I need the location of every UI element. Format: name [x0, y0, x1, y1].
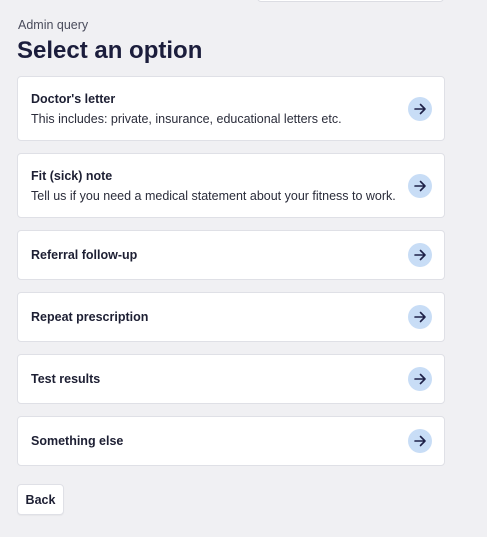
arrow-right-icon: [408, 367, 432, 391]
page-title: Select an option: [17, 37, 203, 64]
option-description: Tell us if you need a medical statement …: [31, 189, 396, 203]
option-something-else[interactable]: Something else: [17, 416, 445, 466]
option-referral-follow-up[interactable]: Referral follow-up: [17, 230, 445, 280]
option-title: Test results: [31, 372, 101, 386]
option-title: Fit (sick) note: [31, 169, 113, 183]
top-card-fragment: [257, 0, 444, 2]
arrow-right-icon: [408, 305, 432, 329]
option-repeat-prescription[interactable]: Repeat prescription: [17, 292, 445, 342]
arrow-right-icon: [408, 243, 432, 267]
option-title: Doctor's letter: [31, 92, 116, 106]
arrow-right-icon: [408, 97, 432, 121]
option-test-results[interactable]: Test results: [17, 354, 445, 404]
back-button[interactable]: Back: [17, 484, 64, 515]
option-doctors-letter[interactable]: Doctor's letter This includes: private, …: [17, 76, 445, 141]
page-eyebrow: Admin query: [18, 18, 89, 32]
option-description: This includes: private, insurance, educa…: [31, 112, 342, 126]
arrow-right-icon: [408, 174, 432, 198]
option-title: Something else: [31, 434, 124, 448]
arrow-right-icon: [408, 429, 432, 453]
option-fit-sick-note[interactable]: Fit (sick) note Tell us if you need a me…: [17, 153, 445, 218]
option-title: Repeat prescription: [31, 310, 149, 324]
option-title: Referral follow-up: [31, 248, 138, 262]
